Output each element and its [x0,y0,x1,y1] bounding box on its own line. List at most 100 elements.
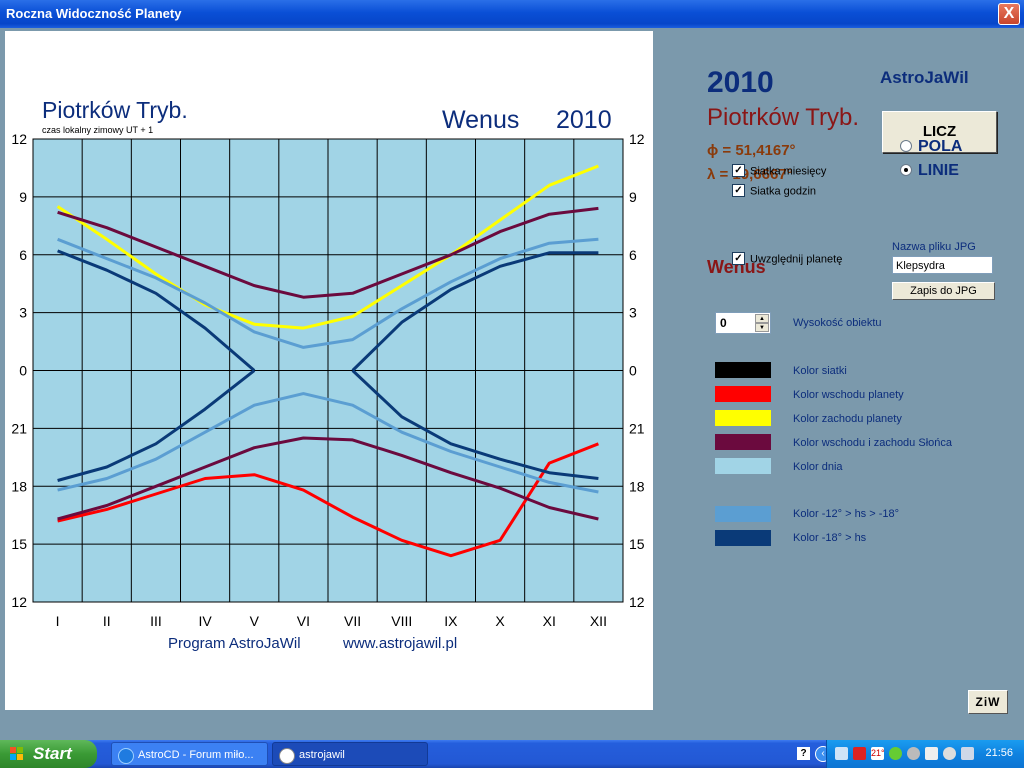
x-tick-label: V [250,613,260,629]
clock: 21:56 [985,747,1013,759]
system-tray: 21° 21:56 [826,740,1024,768]
legend-night-label: Kolor -18° > hs [793,532,867,544]
swatch-grid[interactable] [715,362,771,378]
y-tick-right: 3 [629,305,637,321]
chart-footer-program: Program AstroJaWil [168,635,301,652]
taskbar-item-astrojawil-label: astrojawil [299,749,345,761]
x-tick-label: III [150,613,162,629]
y-tick-left: 18 [11,478,27,494]
taskbar-item-astrojawil[interactable]: astrojawil [272,742,428,766]
checkbox-planet[interactable]: ✓ Uwzględnij planetę [732,252,843,266]
checkbox-months-box[interactable]: ✓ [732,164,745,177]
ie-icon [118,748,134,764]
x-tick-label: I [56,613,60,629]
jpg-filename-input[interactable]: Klepsydra [892,256,993,274]
swatch-planet-rise[interactable] [715,386,771,402]
start-label: Start [33,744,72,763]
x-tick-label: VIII [391,613,412,629]
y-tick-right: 9 [629,189,637,205]
windows-logo-icon [10,747,24,761]
y-tick-right: 12 [629,594,645,610]
height-value[interactable]: 0 [720,316,727,330]
panel-city: Piotrków Tryb. [707,104,860,131]
y-tick-right: 6 [629,247,637,263]
chart-year: 2010 [556,106,612,134]
y-tick-right: 18 [629,478,645,494]
radio-pola-label: POLA [918,138,963,155]
display-icon[interactable] [961,747,974,760]
latitude: ϕ = 51,4167° [707,142,796,159]
checkbox-hours-box[interactable]: ✓ [732,184,745,197]
help-icon[interactable]: ? [797,747,810,760]
legend-twilight-label: Kolor -12° > hs > -18° [793,508,900,520]
legend-day-label: Kolor dnia [793,461,843,473]
x-tick-label: VII [344,613,361,629]
ziw-button[interactable]: ZiW [968,690,1008,714]
search-icon[interactable] [943,747,956,760]
chart-subtitle: czas lokalny zimowy UT + 1 [42,125,153,135]
spin-up-arrow-icon[interactable]: ▲ [755,314,769,323]
legend-planet-set-label: Kolor zachodu planety [793,413,902,425]
checkbox-planet-box[interactable]: ✓ [732,252,745,265]
swatch-twilight[interactable] [715,506,771,522]
status-icon[interactable] [889,747,902,760]
spin-down-arrow-icon[interactable]: ▼ [755,323,769,332]
x-tick-label: XII [590,613,607,629]
y-tick-left: 0 [19,363,27,379]
legend-planet-rise-label: Kolor wschodu planety [793,389,904,401]
panel-year: 2010 [707,66,774,99]
panel-brand: AstroJaWil [880,68,969,87]
radio-linie[interactable]: LINIE [900,162,959,180]
y-tick-left: 9 [19,189,27,205]
chart-footer-url: www.astrojawil.pl [342,635,457,652]
checkbox-hours-label: Siatka godzin [750,185,817,198]
taskbar-item-forum[interactable]: AstroCD - Forum miło... [111,742,268,766]
visibility-chart: Piotrków Tryb. czas lokalny zimowy UT + … [11,97,645,652]
y-tick-left: 15 [11,536,27,552]
checkbox-hours[interactable]: ✓ Siatka godzin [732,184,817,198]
chart-city: Piotrków Tryb. [42,97,188,123]
swatch-sun-rise-set[interactable] [715,434,771,450]
chart-planet: Wenus [442,106,519,134]
y-tick-right: 12 [629,131,645,147]
start-button[interactable]: Start [0,740,97,768]
y-tick-left: 21 [11,420,27,436]
radio-pola[interactable]: POLA [900,138,962,156]
app-icon [279,748,295,764]
network-icon[interactable] [835,747,848,760]
client-area: Piotrków Tryb. czas lokalny zimowy UT + … [0,28,1024,740]
taskbar-item-forum-label: AstroCD - Forum miło... [138,749,254,761]
x-tick-label: X [495,613,505,629]
y-tick-left: 6 [19,247,27,263]
radio-linie-label: LINIE [918,162,959,179]
radio-pola-circle[interactable] [900,139,912,152]
checkbox-months[interactable]: ✓ Siatka miesięcy [732,164,827,178]
disk-icon[interactable] [907,747,920,760]
y-tick-left: 12 [11,594,27,610]
swatch-planet-set[interactable] [715,410,771,426]
swatch-day[interactable] [715,458,771,474]
y-tick-right: 15 [629,536,645,552]
usb-icon[interactable] [925,747,938,760]
x-tick-label: XI [543,613,556,629]
checkbox-months-label: Siatka miesięcy [750,165,827,178]
x-tick-label: VI [297,613,310,629]
weather-icon[interactable]: 21° [871,747,885,760]
title-bar: Roczna Widoczność Planety X [0,0,1024,28]
x-tick-label: II [103,613,111,629]
legend-sun-label: Kolor wschodu i zachodu Słońca [793,437,952,449]
jpg-filename-label: Nazwa pliku JPG [892,241,976,253]
radio-linie-circle[interactable] [900,163,912,176]
swatch-night[interactable] [715,530,771,546]
checkbox-planet-label: Uwzględnij planetę [750,253,843,266]
y-tick-right: 0 [629,363,637,379]
y-tick-right: 21 [629,420,645,436]
x-tick-label: IV [198,613,212,629]
legend-grid-label: Kolor siatki [793,365,847,377]
x-tick-label: IX [444,613,458,629]
close-button[interactable]: X [998,3,1020,25]
save-jpg-button[interactable]: Zapis do JPG [892,282,995,300]
antivirus-icon[interactable] [853,747,866,760]
height-spinner[interactable]: 0 ▲ ▼ [715,312,771,334]
chart-panel: Piotrków Tryb. czas lokalny zimowy UT + … [5,31,653,710]
